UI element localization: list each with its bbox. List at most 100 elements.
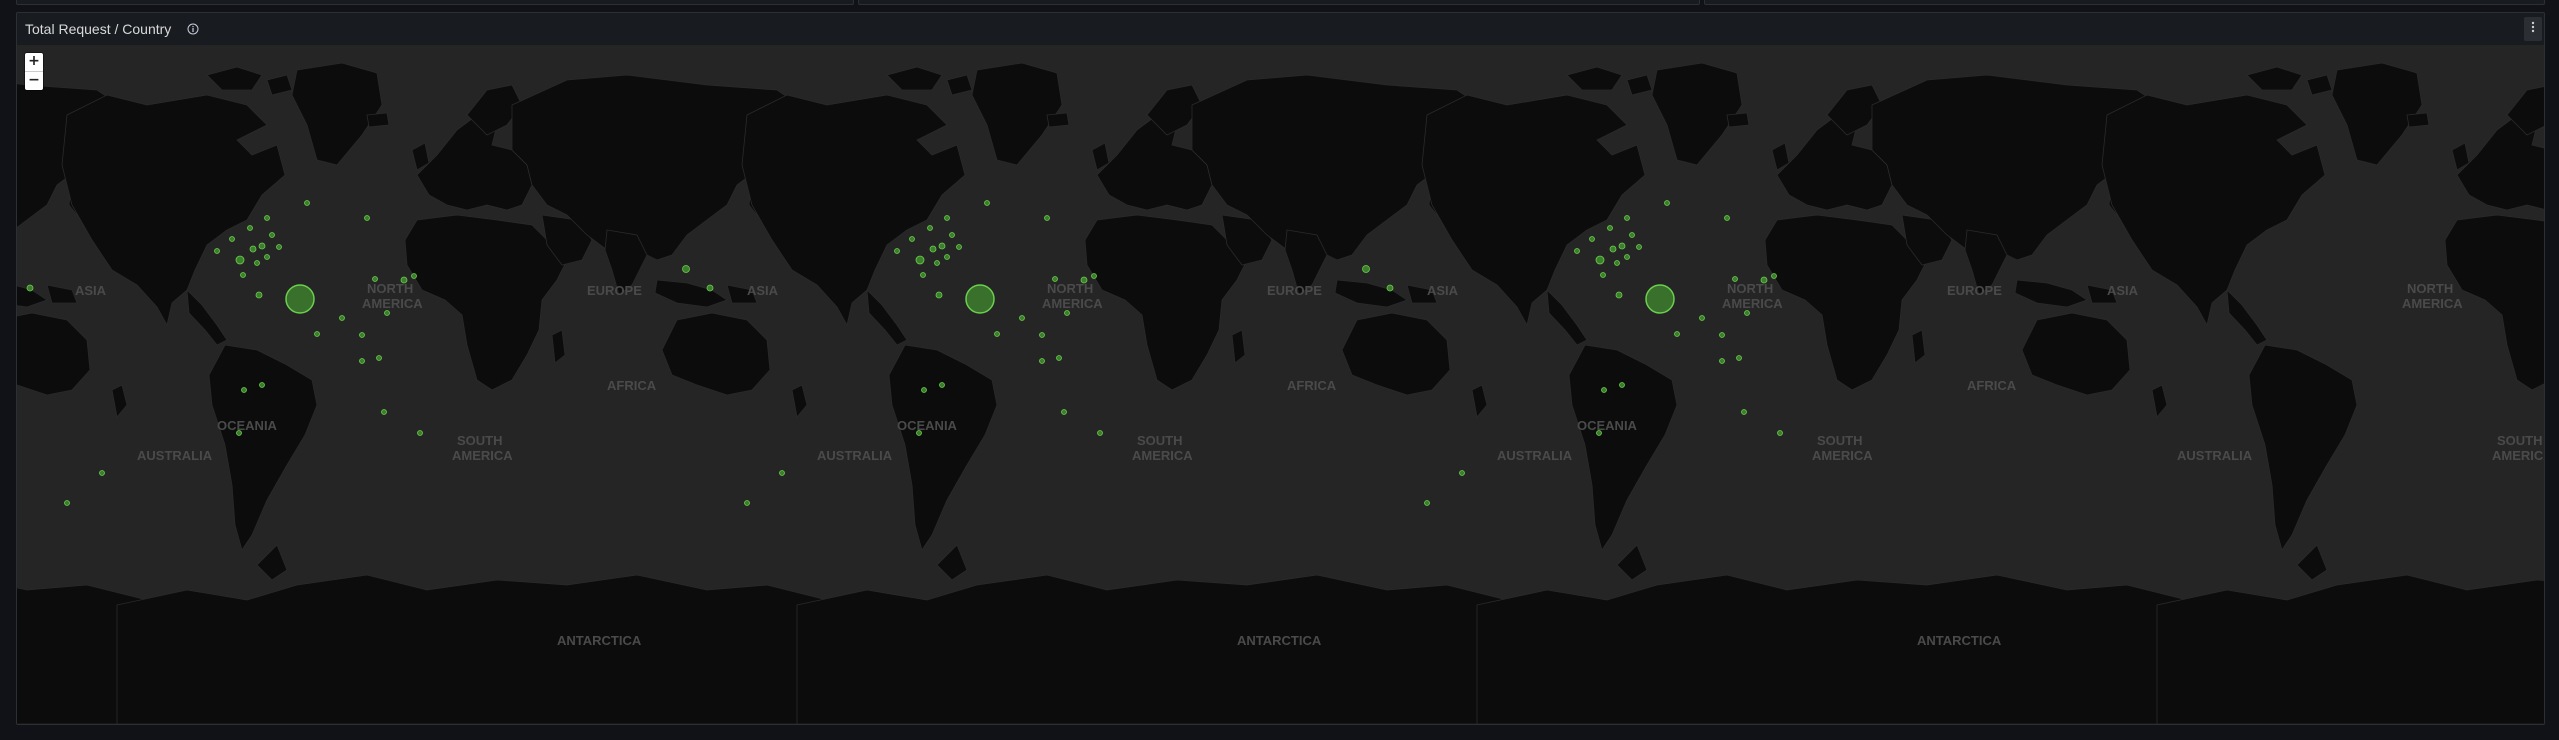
country-marker[interactable]	[269, 232, 275, 238]
country-marker[interactable]	[214, 248, 220, 254]
country-marker[interactable]	[264, 254, 270, 260]
country-marker[interactable]	[994, 331, 1000, 337]
world-map[interactable]: ASIA NORTH AMERICA EUROPE ASIA AFRICA OC…	[17, 45, 2544, 724]
country-marker[interactable]	[229, 236, 235, 242]
country-marker[interactable]	[965, 284, 995, 314]
country-marker[interactable]	[314, 331, 320, 337]
country-marker[interactable]	[894, 248, 900, 254]
country-marker[interactable]	[1741, 409, 1747, 415]
country-marker[interactable]	[915, 255, 925, 265]
country-marker[interactable]	[359, 358, 365, 364]
country-marker[interactable]	[934, 260, 940, 266]
country-marker[interactable]	[26, 284, 34, 292]
info-circle-icon[interactable]	[187, 23, 199, 35]
country-marker[interactable]	[1459, 470, 1465, 476]
country-marker[interactable]	[929, 245, 937, 253]
country-marker[interactable]	[956, 244, 962, 250]
country-marker[interactable]	[1614, 260, 1620, 266]
country-marker[interactable]	[1645, 284, 1675, 314]
country-marker[interactable]	[1044, 215, 1050, 221]
country-marker[interactable]	[241, 387, 247, 393]
country-marker[interactable]	[236, 430, 242, 436]
panel-menu-button[interactable]	[2524, 17, 2542, 41]
country-marker[interactable]	[384, 310, 390, 316]
country-marker[interactable]	[920, 272, 926, 278]
country-marker[interactable]	[1056, 355, 1062, 361]
country-marker[interactable]	[1596, 430, 1602, 436]
country-marker[interactable]	[1736, 355, 1742, 361]
country-marker[interactable]	[1699, 315, 1705, 321]
country-marker[interactable]	[1618, 242, 1626, 250]
country-marker[interactable]	[1615, 291, 1623, 299]
country-marker[interactable]	[1674, 331, 1680, 337]
country-marker[interactable]	[264, 215, 270, 221]
country-marker[interactable]	[935, 291, 943, 299]
country-marker[interactable]	[1097, 430, 1103, 436]
country-marker[interactable]	[1777, 430, 1783, 436]
country-marker[interactable]	[417, 430, 423, 436]
country-marker[interactable]	[984, 200, 990, 206]
country-marker[interactable]	[1019, 315, 1025, 321]
country-marker[interactable]	[364, 215, 370, 221]
country-marker[interactable]	[1574, 248, 1580, 254]
country-marker[interactable]	[939, 382, 945, 388]
country-marker[interactable]	[1732, 276, 1738, 282]
country-marker[interactable]	[1719, 332, 1725, 338]
country-marker[interactable]	[1771, 273, 1777, 279]
country-marker[interactable]	[1619, 382, 1625, 388]
country-marker[interactable]	[1386, 284, 1394, 292]
country-marker[interactable]	[949, 232, 955, 238]
country-marker[interactable]	[376, 355, 382, 361]
country-marker[interactable]	[1080, 276, 1088, 284]
country-marker[interactable]	[1601, 387, 1607, 393]
country-marker[interactable]	[1724, 215, 1730, 221]
country-marker[interactable]	[255, 291, 263, 299]
country-marker[interactable]	[916, 430, 922, 436]
country-marker[interactable]	[249, 245, 257, 253]
country-marker[interactable]	[1744, 310, 1750, 316]
country-marker[interactable]	[1064, 310, 1070, 316]
country-marker[interactable]	[240, 272, 246, 278]
country-marker[interactable]	[64, 500, 70, 506]
country-marker[interactable]	[1664, 200, 1670, 206]
country-marker[interactable]	[1719, 358, 1725, 364]
country-marker[interactable]	[1362, 265, 1370, 273]
country-marker[interactable]	[304, 200, 310, 206]
country-marker[interactable]	[1039, 358, 1045, 364]
country-marker[interactable]	[1760, 276, 1768, 284]
country-marker[interactable]	[254, 260, 260, 266]
country-marker[interactable]	[1600, 272, 1606, 278]
country-marker[interactable]	[359, 332, 365, 338]
country-marker[interactable]	[921, 387, 927, 393]
country-marker[interactable]	[1607, 225, 1613, 231]
country-marker[interactable]	[381, 409, 387, 415]
country-marker[interactable]	[1052, 276, 1058, 282]
country-marker[interactable]	[276, 244, 282, 250]
country-marker[interactable]	[927, 225, 933, 231]
country-marker[interactable]	[682, 265, 690, 273]
country-marker[interactable]	[1624, 215, 1630, 221]
country-marker[interactable]	[400, 276, 408, 284]
country-marker[interactable]	[99, 470, 105, 476]
country-marker[interactable]	[1091, 273, 1097, 279]
country-marker[interactable]	[1061, 409, 1067, 415]
zoom-in-button[interactable]: +	[25, 53, 43, 71]
country-marker[interactable]	[909, 236, 915, 242]
country-marker[interactable]	[247, 225, 253, 231]
country-marker[interactable]	[1624, 254, 1630, 260]
country-marker[interactable]	[1424, 500, 1430, 506]
country-marker[interactable]	[339, 315, 345, 321]
country-marker[interactable]	[744, 500, 750, 506]
country-marker[interactable]	[1039, 332, 1045, 338]
country-marker[interactable]	[372, 276, 378, 282]
country-marker[interactable]	[1629, 232, 1635, 238]
country-marker[interactable]	[235, 255, 245, 265]
country-marker[interactable]	[938, 242, 946, 250]
country-marker[interactable]	[259, 382, 265, 388]
country-marker[interactable]	[258, 242, 266, 250]
country-marker[interactable]	[1636, 244, 1642, 250]
country-marker[interactable]	[706, 284, 714, 292]
country-marker[interactable]	[1609, 245, 1617, 253]
panel-header[interactable]: Total Request / Country	[17, 13, 2544, 45]
country-marker[interactable]	[944, 254, 950, 260]
